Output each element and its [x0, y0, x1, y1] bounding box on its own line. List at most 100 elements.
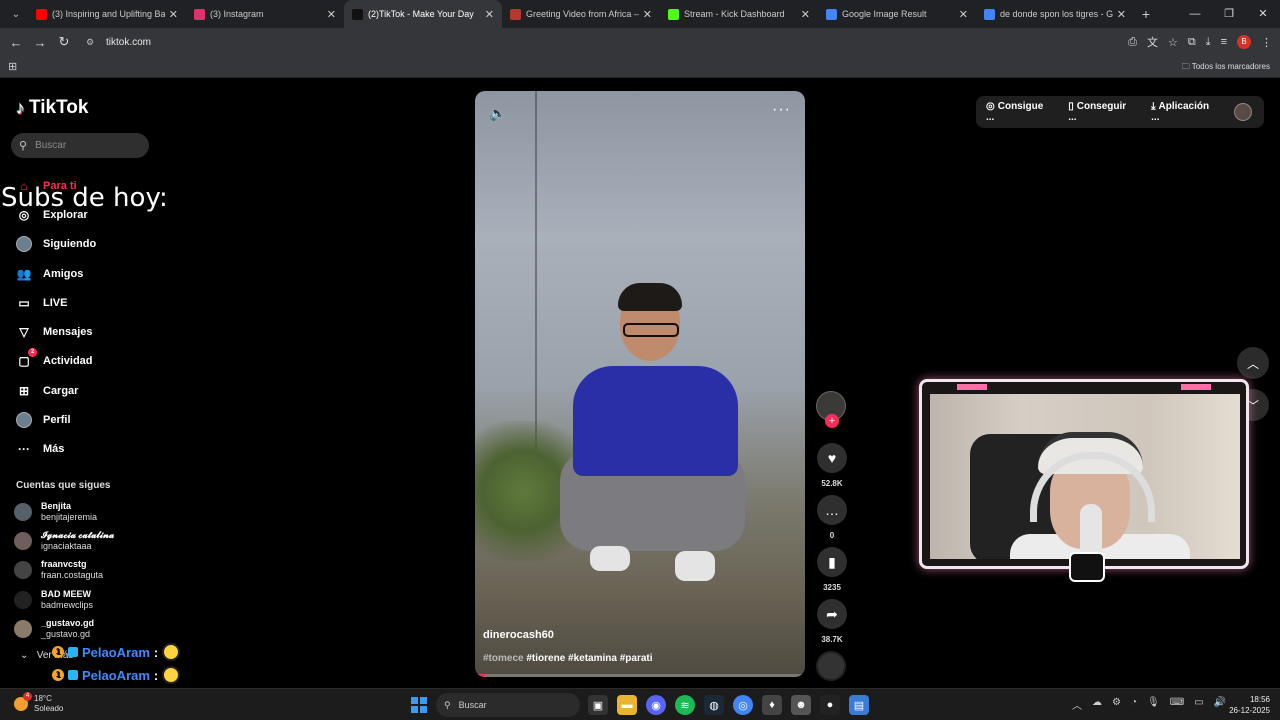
sidebar-item-actividad[interactable]: ▢ 2 Actividad — [16, 347, 96, 376]
browser-tab[interactable]: (3) Inspiring and Uplifting Back ✕ — [28, 0, 186, 28]
all-bookmarks-folder[interactable]: 🗀 Todos los marcadores — [1182, 61, 1270, 75]
heart-icon[interactable]: ♥ — [817, 443, 847, 473]
close-tab-icon[interactable]: ✕ — [643, 8, 652, 21]
comment-action[interactable]: … 0 — [816, 495, 848, 541]
tab-search-button[interactable]: ⌄ — [4, 4, 28, 24]
account-handle: benjitajeremia — [41, 511, 98, 522]
video-hashtags[interactable]: #tomece #tiorene #ketamina #parati — [483, 653, 653, 664]
back-button[interactable]: ← — [4, 35, 28, 50]
following-account[interactable]: BAD MEEW badmewclips — [14, 585, 114, 614]
share-action[interactable]: ➦ 38.7K — [816, 599, 848, 645]
weather-widget[interactable]: 4 18°C Soleado — [14, 692, 63, 714]
like-action[interactable]: ♥ 52.8K — [816, 443, 848, 489]
save-action[interactable]: ▮ 3235 — [816, 547, 848, 593]
tiktok-logo[interactable]: ♪ TikTok — [16, 97, 88, 119]
user-avatar[interactable] — [1234, 103, 1252, 121]
bookmark-star-icon[interactable]: ☆ — [1168, 36, 1178, 49]
translate-icon[interactable]: 文 — [1147, 34, 1158, 50]
video-author[interactable]: dinerocash60 — [483, 629, 554, 641]
sidebar-item-mensajes[interactable]: ▽ Mensajes — [16, 317, 96, 346]
apps-grid-icon[interactable]: ⊞ — [8, 60, 17, 73]
network-icon[interactable]: ▭ — [1194, 697, 1203, 712]
spotify-icon[interactable]: ≋ — [675, 695, 695, 715]
browser-tab[interactable]: de donde spon los tigres - Goo ✕ — [976, 0, 1134, 28]
taskbar-search[interactable]: ⚲ Buscar — [436, 693, 580, 717]
tray-app-icon[interactable]: ☁ — [1092, 697, 1102, 712]
browser-tab[interactable]: (3) Instagram ✕ — [186, 0, 344, 28]
tray-app-icon[interactable]: ◔ — [1131, 697, 1137, 712]
video-progress-bar[interactable] — [475, 674, 805, 677]
profile-avatar[interactable]: B — [1237, 35, 1251, 49]
save-count: 3235 — [823, 583, 841, 592]
bookmark-icon[interactable]: ▮ — [817, 547, 847, 577]
tray-overflow-icon[interactable]: ︿ — [1072, 697, 1082, 712]
creator-avatar[interactable]: + — [816, 391, 846, 428]
close-tab-icon[interactable]: ✕ — [801, 8, 810, 21]
downloads-icon[interactable]: ⤓ — [1206, 36, 1211, 49]
chrome-icon[interactable]: ◎ — [733, 695, 753, 715]
tray-app-icon[interactable]: ⚙ — [1112, 697, 1121, 712]
share-icon[interactable]: ➦ — [817, 599, 847, 629]
new-tab-button[interactable]: + — [1134, 6, 1158, 22]
browser-tab[interactable]: Greeting Video from Africa – d ✕ — [502, 0, 660, 28]
maximize-button[interactable]: ❐ — [1212, 0, 1246, 28]
sidebar-item-live[interactable]: ▭ LIVE — [16, 288, 96, 317]
sidebar-item-perfil[interactable]: Perfil — [16, 405, 96, 434]
install-app-icon[interactable]: ⎙ — [1128, 36, 1137, 49]
volume-icon[interactable]: 🔊 — [1214, 697, 1226, 712]
minimize-button[interactable]: — — [1178, 0, 1212, 28]
search-input[interactable]: ⚲ Buscar — [11, 133, 149, 158]
url-bar[interactable]: ⚙ tiktok.com — [86, 31, 1136, 53]
following-account[interactable]: 𝓘𝓰𝓷𝓪𝓬𝓲𝓪 𝓬𝓪𝓽𝓪𝓵𝓲𝓷𝓪 ignaciaktaaa — [14, 526, 114, 555]
microphone-icon[interactable]: 🎙 — [1147, 697, 1160, 712]
video-more-icon[interactable]: ··· — [772, 101, 791, 119]
obs-icon[interactable]: ● — [820, 695, 840, 715]
volume-icon[interactable]: 🔈 — [489, 105, 506, 122]
sidebar-item-amigos[interactable]: 👥 Amigos — [16, 259, 96, 288]
music-disc-icon[interactable] — [816, 651, 846, 681]
sidebar-item-más[interactable]: ··· Más — [16, 435, 96, 464]
discord-icon[interactable]: ◉ — [646, 695, 666, 715]
following-account[interactable]: _gustavo.gd _gustavo.gd — [14, 614, 114, 643]
browser-tab[interactable]: Google Image Result ✕ — [818, 0, 976, 28]
start-button[interactable] — [411, 697, 427, 713]
app-icon[interactable]: ☻ — [791, 695, 811, 715]
video-player[interactable]: 🔈 ··· dinerocash60 #tomece #tiorene #ket… — [475, 91, 805, 677]
close-tab-icon[interactable]: ✕ — [327, 8, 336, 21]
tab-title: de donde spon los tigres - Goo — [1000, 9, 1113, 19]
browser-tab[interactable]: (2)TikTok - Make Your Day ✕ — [344, 0, 502, 28]
get-app-button[interactable]: ▯ Conseguir ... — [1068, 101, 1137, 123]
app-icon[interactable]: ♦ — [762, 695, 782, 715]
comment-icon[interactable]: … — [817, 495, 847, 525]
app-icon[interactable]: ▤ — [849, 695, 869, 715]
clock[interactable]: 18:56 26-12-2025 — [1229, 694, 1270, 716]
media-controls-icon[interactable]: ≡ — [1221, 36, 1227, 48]
following-account[interactable]: Benjita benjitajeremia — [14, 497, 114, 526]
more-icon: ··· — [18, 442, 30, 457]
browser-tab[interactable]: Stream - Kick Dashboard ✕ — [660, 0, 818, 28]
file-explorer-icon[interactable]: ▬ — [617, 695, 637, 715]
search-placeholder: Buscar — [35, 140, 67, 151]
close-tab-icon[interactable]: ✕ — [1117, 8, 1126, 21]
tab-favicon-icon — [194, 8, 205, 20]
steam-icon[interactable]: ◍ — [704, 695, 724, 715]
task-view-icon[interactable]: ▣ — [588, 695, 608, 715]
sidebar-item-siguiendo[interactable]: Siguiendo — [16, 230, 96, 259]
close-tab-icon[interactable]: ✕ — [485, 8, 494, 21]
sidebar-item-cargar[interactable]: ⊞ Cargar — [16, 376, 96, 405]
reload-button[interactable]: ↻ — [52, 34, 76, 50]
site-info-icon[interactable]: ⚙ — [86, 37, 100, 48]
follow-plus-icon[interactable]: + — [825, 414, 839, 428]
tab-strip: ⌄ (3) Inspiring and Uplifting Back ✕ (3) I… — [0, 0, 1280, 28]
close-window-button[interactable]: ✕ — [1246, 0, 1280, 28]
download-app-button[interactable]: ⤓ Aplicación ... — [1151, 101, 1220, 123]
previous-video-button[interactable]: ︿ — [1237, 347, 1269, 379]
language-icon[interactable]: ⌨ — [1170, 697, 1184, 712]
get-coins-button[interactable]: ◎ Consigue ... — [986, 101, 1054, 123]
forward-button[interactable]: → — [28, 35, 52, 50]
extensions-icon[interactable]: ⧉ — [1188, 36, 1196, 49]
close-tab-icon[interactable]: ✕ — [959, 8, 968, 21]
browser-menu-icon[interactable]: ⋮ — [1261, 36, 1272, 49]
following-account[interactable]: fraanvcstg fraan.costaguta — [14, 556, 114, 585]
close-tab-icon[interactable]: ✕ — [169, 8, 178, 21]
